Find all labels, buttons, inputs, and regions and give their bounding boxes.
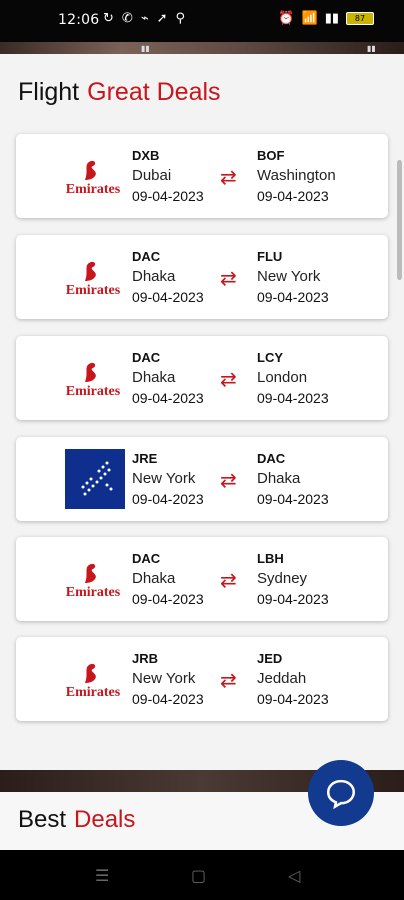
flight-deal-card[interactable]: Emirates JRB New York 09-04-2023 ⇄ JED J… <box>16 637 388 721</box>
best-deals-title: Best Deals <box>18 806 136 833</box>
swap-icon: ⇄ <box>220 468 237 492</box>
swap-icon: ⇄ <box>220 165 237 189</box>
destination-block: FLU New York 09-04-2023 <box>257 249 329 305</box>
hero-strip: ▮▮ ▮▮ <box>0 42 404 54</box>
emirates-logo: Emirates <box>64 557 122 603</box>
plane-dots-icon <box>81 461 113 496</box>
flight-deal-card[interactable]: Emirates DAC Dhaka 09-04-2023 ⇄ LBH Sydn… <box>16 537 388 621</box>
airline-logo <box>65 449 125 509</box>
origin-block: DAC Dhaka 09-04-2023 <box>132 350 204 406</box>
flight-deal-card[interactable]: Emirates DAC Dhaka 09-04-2023 ⇄ FLU New … <box>16 235 388 319</box>
origin-block: DXB Dubai 09-04-2023 <box>132 148 204 204</box>
system-nav-bar: ☰ ▢ ◁ <box>0 850 404 900</box>
status-time: 12:06 <box>58 12 100 28</box>
chat-button[interactable] <box>308 760 374 826</box>
bell-icon: ⚲ <box>175 11 186 26</box>
emirates-logo: Emirates <box>64 356 122 402</box>
flight-deal-card[interactable]: JRE New York 09-04-2023 ⇄ DAC Dhaka 09-0… <box>16 437 388 521</box>
carousel-dot-icon: ▮▮ <box>367 44 376 53</box>
emirates-logo: Emirates <box>64 657 122 703</box>
destination-block: LCY London 09-04-2023 <box>257 350 329 406</box>
destination-block: LBH Sydney 09-04-2023 <box>257 551 329 607</box>
status-bar: 12:06 ↻ ✆ ⌁ ➚ ⚲ ⏰ 📶 ▮▮ 87 <box>0 0 404 42</box>
status-left-icons: ↻ ✆ ⌁ ➚ ⚲ <box>103 11 185 26</box>
emirates-calligraphy-icon <box>85 160 96 180</box>
origin-block: JRB New York 09-04-2023 <box>132 651 204 707</box>
swap-icon: ⇄ <box>220 266 237 290</box>
signal-icon: ⌁ <box>140 11 149 26</box>
section-title: Flight Great Deals <box>18 78 221 106</box>
destination-block: JED Jeddah 09-04-2023 <box>257 651 329 707</box>
sync-icon: ↻ <box>103 11 114 26</box>
recent-apps-icon[interactable]: ☰ <box>95 866 109 885</box>
wifi-icon: 📶 <box>301 11 318 26</box>
swap-icon: ⇄ <box>220 367 237 391</box>
phone-icon: ✆ <box>121 11 133 26</box>
destination-block: DAC Dhaka 09-04-2023 <box>257 451 329 507</box>
emirates-logo: Emirates <box>64 154 122 200</box>
battery-icon: 87 <box>346 12 374 25</box>
swap-icon: ⇄ <box>220 568 237 592</box>
signal-bars-icon: ▮▮ <box>324 11 339 26</box>
emirates-calligraphy-icon <box>85 362 96 382</box>
origin-block: DAC Dhaka 09-04-2023 <box>132 551 204 607</box>
emirates-calligraphy-icon <box>85 563 96 583</box>
home-icon[interactable]: ▢ <box>191 866 206 885</box>
emirates-calligraphy-icon <box>85 663 96 683</box>
status-right-icons: ⏰ 📶 ▮▮ 87 <box>278 11 374 26</box>
flight-deal-card[interactable]: Emirates DAC Dhaka 09-04-2023 ⇄ LCY Lond… <box>16 336 388 420</box>
emirates-logo: Emirates <box>64 255 122 301</box>
origin-block: JRE New York 09-04-2023 <box>132 451 204 507</box>
flight-deal-card[interactable]: Emirates DXB Dubai 09-04-2023 ⇄ BOF Wash… <box>16 134 388 218</box>
location-icon: ➚ <box>156 11 168 26</box>
swap-icon: ⇄ <box>220 668 237 692</box>
emirates-calligraphy-icon <box>85 261 96 281</box>
chat-bubble-icon <box>326 779 356 810</box>
destination-block: BOF Washington 09-04-2023 <box>257 148 336 204</box>
back-icon[interactable]: ◁ <box>288 866 300 885</box>
carousel-dot-icon: ▮▮ <box>141 44 150 53</box>
origin-block: DAC Dhaka 09-04-2023 <box>132 249 204 305</box>
scrollbar-thumb[interactable] <box>397 160 402 280</box>
alarm-icon: ⏰ <box>278 11 295 26</box>
